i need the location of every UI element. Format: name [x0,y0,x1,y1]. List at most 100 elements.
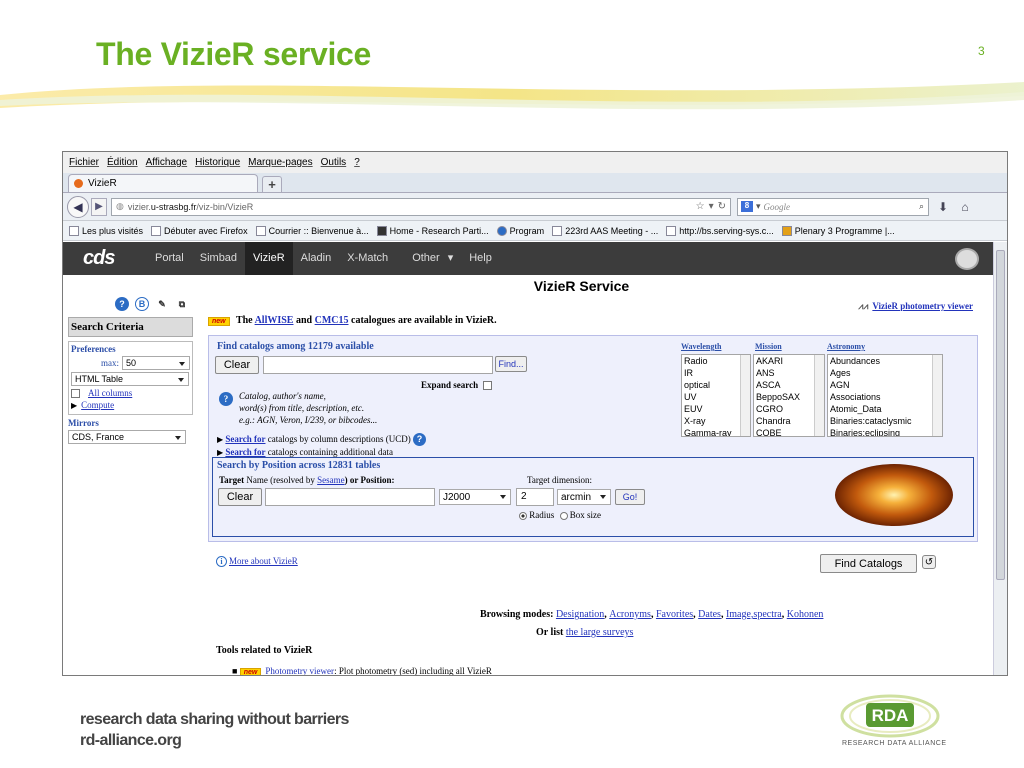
list-item[interactable]: Binaries:eclipsing [830,427,942,436]
list-scrollbar[interactable] [814,355,824,436]
browsing-label: Browsing modes: [480,609,554,620]
cds-nav-aladin[interactable]: Aladin [293,242,340,275]
list-item[interactable]: Abundances [830,355,942,367]
browse-favorites-link[interactable]: Favorites [656,609,693,620]
list-item[interactable]: Atomic_Data [830,403,942,415]
search-criteria-header[interactable]: Search Criteria [68,317,193,337]
unit-select[interactable]: arcmin [557,489,611,505]
wavelength-list[interactable]: Radio IR optical UV EUV X-ray Gamma-ray [681,354,751,437]
list-scrollbar[interactable] [740,355,750,436]
position-clear-button[interactable]: Clear [218,488,262,506]
mission-list[interactable]: AKARI ANS ASCA BeppoSAX CGRO Chandra COB… [753,354,825,437]
list-scrollbar[interactable] [932,355,942,436]
browse-image-spectra-link[interactable]: Image,spectra [726,609,782,620]
go-button[interactable]: Go! [615,489,645,505]
bookmark-label: Plenary 3 Programme |... [794,225,895,236]
search-for-link[interactable]: Search for [225,434,265,444]
search-bar[interactable]: 8 ▾ Google ⌕ [737,197,929,216]
dimension-value: 2 [521,491,527,502]
vizier-logo-icon[interactable] [955,247,979,270]
menu-historique[interactable]: Historique [195,157,240,168]
search-for-link[interactable]: Search for [225,447,265,457]
photometry-icon: ⩘⩘ [858,301,869,311]
find-catalogs-button[interactable]: Find Catalogs [820,554,917,573]
bookmark-star-icon[interactable]: ☆ [696,201,705,212]
expand-search-checkbox[interactable] [483,381,493,391]
popout-icon[interactable]: ⧉ [175,297,189,311]
download-icon[interactable]: ⬇ [935,200,951,214]
bookmark-item[interactable]: Plenary 3 Programme |... [781,225,895,236]
target-input[interactable] [265,488,435,506]
all-columns-link[interactable]: All columns [88,388,132,398]
browse-kohonen-link[interactable]: Kohonen [787,609,824,620]
forward-button[interactable]: ▶ [91,197,107,216]
photometry-tool-link[interactable]: Photometry viewer [265,666,334,675]
new-tab-button[interactable]: + [262,176,282,192]
cds-nav-help[interactable]: Help [461,242,500,275]
menu-outils[interactable]: Outils [321,157,347,168]
search-engine-dropdown-icon[interactable]: ▾ [756,201,761,212]
all-columns-checkbox[interactable] [71,388,80,398]
photometry-viewer-link[interactable]: ⩘⩘ VizieR photometry viewer [858,301,973,312]
cds-nav-other[interactable]: Other ▾ [396,242,461,275]
bookmark-item[interactable]: Program [496,225,544,236]
box-size-radio[interactable] [559,511,568,520]
find-button[interactable]: Find... [495,356,527,372]
menu-marque-pages[interactable]: Marque-pages [248,157,312,168]
menu-edition[interactable]: Édition [107,157,138,168]
reset-icon[interactable]: ↺ [922,555,936,569]
allwise-link[interactable]: AllWISE [255,315,294,326]
page-scrollbar[interactable] [993,242,1007,675]
cds-nav-portal[interactable]: Portal [147,242,192,275]
bookmark-item[interactable]: Les plus visités [69,225,143,236]
cds-nav-xmatch[interactable]: X-Match [339,242,396,275]
bookmark-item[interactable]: Home - Research Parti... [376,225,489,236]
format-select[interactable]: HTML Table [71,372,189,386]
b-icon[interactable]: B [135,297,149,311]
tab-vizier[interactable]: VizieR [68,174,258,192]
mirror-select[interactable]: CDS, France [68,430,186,444]
scrollbar-thumb[interactable] [996,250,1005,580]
url-bar[interactable]: ◍ vizier. u-strasbg.fr/viz-bin/VizieR ☆ ▾… [111,197,731,216]
epoch-select[interactable]: J2000 [439,489,511,505]
help-icon[interactable]: ? [115,297,129,311]
bookmark-item[interactable]: Débuter avec Firefox [151,225,248,236]
bookmark-item[interactable]: 223rd AAS Meeting - ... [552,225,658,236]
expand-search-label: Expand search [421,380,493,391]
more-about-link[interactable]: More about VizieR [229,556,298,566]
help-icon[interactable]: ? [412,433,426,446]
browse-dates-link[interactable]: Dates [698,609,721,620]
cds-nav-simbad[interactable]: Simbad [192,242,245,275]
cmc15-link[interactable]: CMC15 [315,315,349,326]
menu-affichage[interactable]: Affichage [146,157,188,168]
astronomy-list[interactable]: Abundances Ages AGN Associations Atomic_… [827,354,943,437]
menu-fichier[interactable]: Fichier [69,157,99,168]
home-icon[interactable]: ⌂ [957,200,973,214]
clear-button[interactable]: Clear [215,356,259,374]
sesame-link[interactable]: Sesame [317,475,345,485]
large-surveys-link[interactable]: the large surveys [566,627,634,638]
reload-icon[interactable]: ↻ [718,201,726,212]
list-item[interactable]: Ages [830,367,942,379]
magnifier-icon[interactable]: ⌕ [919,201,924,212]
max-select[interactable]: 50 [122,356,190,370]
browse-designation-link[interactable]: Designation [556,609,604,620]
cds-nav-vizier[interactable]: VizieR [245,242,293,275]
catalog-search-input[interactable] [263,356,493,374]
radius-radio[interactable] [519,511,527,520]
cds-logo[interactable]: cds [83,247,143,270]
photometry-tool-desc: : Plot photometry (sed) including all Vi… [334,666,492,676]
menu-help[interactable]: ? [354,157,360,168]
dimension-input[interactable]: 2 [516,488,554,506]
list-item[interactable]: AGN [830,379,942,391]
bookmark-item[interactable]: http://bs.serving-sys.c... [666,225,774,236]
flag-icon [781,225,792,236]
list-item[interactable]: Associations [830,391,942,403]
bookmark-item[interactable]: Courrier :: Bienvenue à... [255,225,369,236]
pin-icon[interactable]: ✎ [155,297,169,311]
list-item[interactable]: Binaries:cataclysmic [830,415,942,427]
compute-link[interactable]: Compute [81,400,114,410]
dropdown-arrow-icon[interactable]: ▾ [709,201,714,212]
back-button[interactable]: ◀ [67,195,89,218]
browse-acronyms-link[interactable]: Acronyms [609,609,651,620]
